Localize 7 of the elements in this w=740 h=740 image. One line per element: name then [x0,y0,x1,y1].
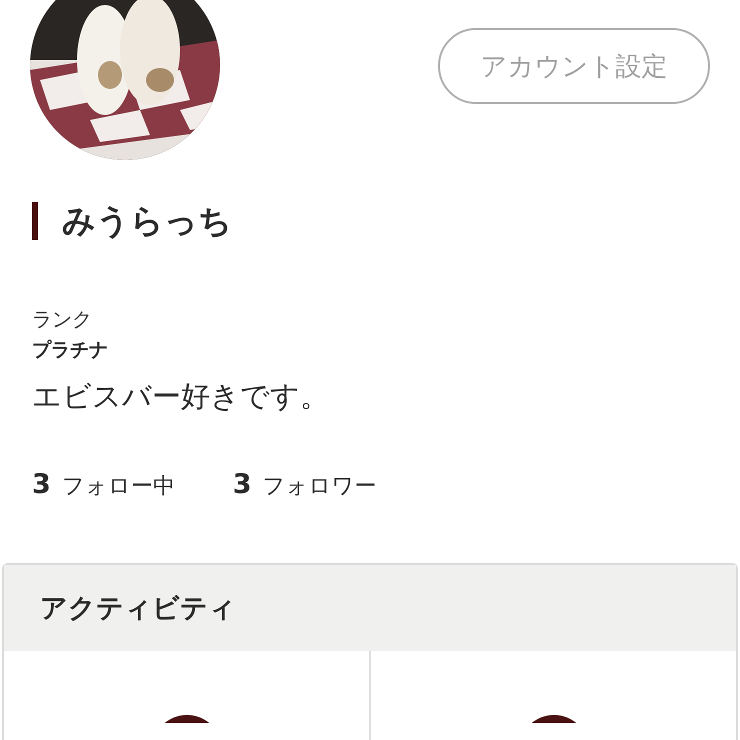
rank-value: プラチナ [32,338,109,363]
activity-title: アクティビティ [40,592,236,626]
follow-count-link[interactable]: 3 フォロワー [232,469,377,501]
bio-text: エビスバー好きです。 [32,378,330,415]
rank-label: ランク [32,306,93,333]
follow-count-link[interactable]: 3 フォロー中 [32,469,175,501]
user-name: みうらっち [32,202,740,240]
